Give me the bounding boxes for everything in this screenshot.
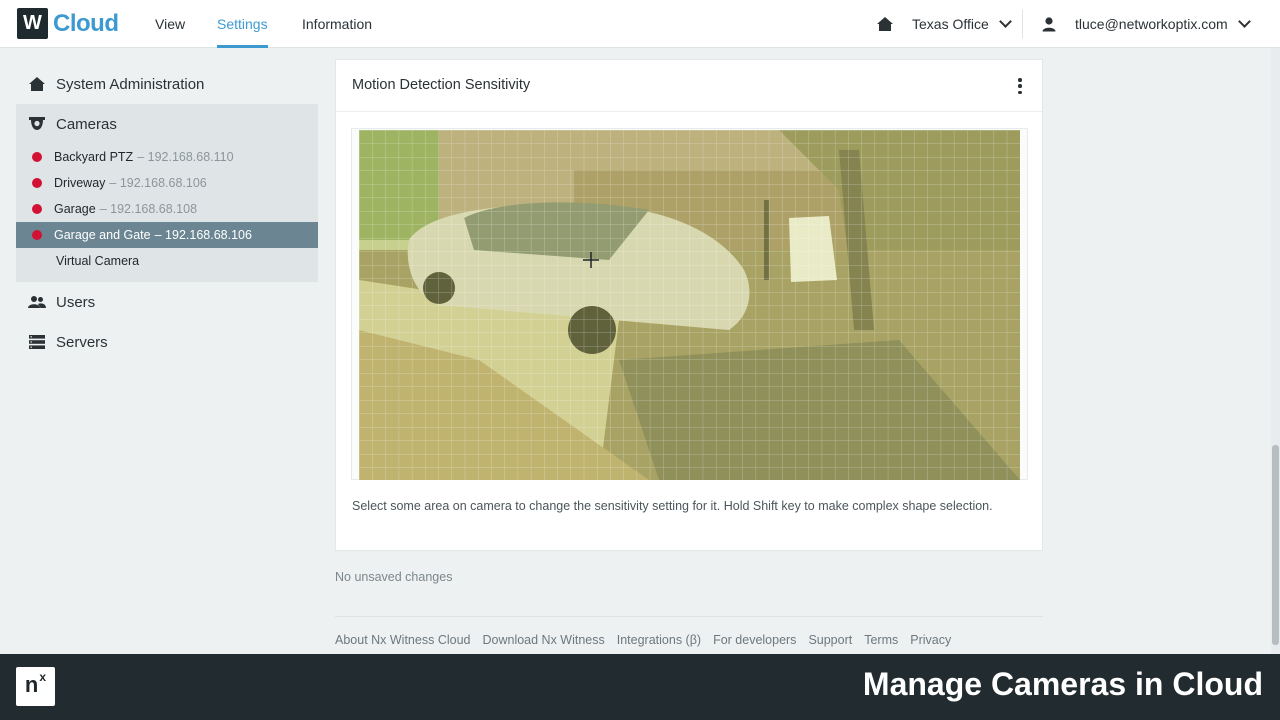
tab-information[interactable]: Information (302, 0, 372, 48)
banner-title: Manage Cameras in Cloud (862, 666, 1263, 702)
sidebar-item-label: System Administration (56, 75, 205, 93)
unsaved-status: No unsaved changes (335, 570, 453, 584)
servers-icon (26, 335, 48, 349)
user-menu[interactable]: tluce@networkoptix.com (1041, 0, 1251, 48)
system-name: Texas Office (912, 16, 989, 32)
camera-name: Virtual Camera (56, 254, 140, 268)
page-scrollbar[interactable] (1271, 48, 1280, 654)
footer-link-terms[interactable]: Terms (864, 633, 898, 647)
users-icon (26, 295, 48, 309)
footer-divider (335, 616, 1043, 617)
nx-logo: nx (16, 667, 55, 706)
sidebar-item-label: Cameras (56, 115, 117, 133)
system-selector[interactable]: Texas Office (876, 0, 1012, 48)
sidebar-item-label: Servers (56, 333, 108, 351)
camera-preview-grid[interactable] (359, 130, 1020, 480)
more-options-icon[interactable] (1016, 78, 1024, 94)
offline-status-dot (32, 204, 42, 214)
camera-item-selected[interactable]: Garage and Gate – 192.168.68.106 (16, 222, 318, 248)
sidebar-item-servers[interactable]: Servers (16, 322, 318, 362)
footer-link-integrations[interactable]: Integrations (β) (617, 633, 701, 647)
camera-ip: – 192.168.68.108 (99, 202, 198, 216)
camera-name: Backyard PTZ (54, 150, 134, 164)
offline-status-dot (32, 230, 42, 240)
camera-ip: – 192.168.68.106 (154, 228, 252, 242)
sidebar-item-system-administration[interactable]: System Administration (16, 64, 318, 104)
scrollbar-thumb[interactable] (1272, 445, 1279, 645)
camera-item[interactable]: Garage – 192.168.68.108 (16, 196, 318, 222)
virtual-camera-item[interactable]: Virtual Camera (16, 248, 318, 274)
footer-links: About Nx Witness Cloud Download Nx Witne… (335, 633, 963, 647)
logo-mark: W (17, 8, 48, 39)
camera-ip: – 192.168.68.110 (137, 150, 234, 164)
sidebar-item-label: Users (56, 293, 96, 311)
user-icon (1042, 17, 1056, 32)
chevron-down-icon (1237, 15, 1251, 28)
camera-frame (351, 128, 1028, 480)
card-header: Motion Detection Sensitivity (336, 60, 1042, 112)
camera-item[interactable]: Driveway – 192.168.68.106 (16, 170, 318, 196)
cloud-logo[interactable]: W Cloud (17, 8, 119, 39)
sidebar-item-cameras[interactable]: Cameras (16, 104, 318, 144)
footer-link-about[interactable]: About Nx Witness Cloud (335, 633, 470, 647)
camera-name: Garage (54, 202, 96, 216)
user-email: tluce@networkoptix.com (1075, 16, 1228, 32)
footer-link-support[interactable]: Support (808, 633, 852, 647)
home-icon (26, 76, 48, 92)
top-bar: W Cloud View Settings Information Texas … (0, 0, 1280, 48)
footer-link-privacy[interactable]: Privacy (910, 633, 951, 647)
camera-icon (26, 116, 48, 132)
video-caption-banner: nx Manage Cameras in Cloud (0, 654, 1280, 720)
motion-hint-text: Select some area on camera to change the… (352, 499, 993, 513)
camera-name: Driveway (54, 176, 106, 190)
sidebar-item-users[interactable]: Users (16, 282, 318, 322)
tab-view[interactable]: View (155, 0, 185, 48)
card-title: Motion Detection Sensitivity (352, 77, 531, 93)
chevron-down-icon (998, 15, 1012, 28)
tab-settings[interactable]: Settings (217, 0, 268, 48)
footer-link-download[interactable]: Download Nx Witness (482, 633, 604, 647)
offline-status-dot (32, 178, 42, 188)
camera-item[interactable]: Backyard PTZ – 192.168.68.110 (16, 144, 318, 170)
camera-preview-image (359, 130, 1020, 480)
camera-ip: – 192.168.68.106 (109, 176, 207, 190)
motion-detection-card: Motion Detection Sensitivity Select some… (335, 59, 1043, 551)
header-divider (1022, 10, 1023, 38)
offline-status-dot (32, 152, 42, 162)
logo-text: Cloud (53, 9, 119, 37)
footer-link-developers[interactable]: For developers (713, 633, 796, 647)
camera-name: Garage and Gate (54, 228, 151, 242)
home-icon (877, 17, 893, 31)
